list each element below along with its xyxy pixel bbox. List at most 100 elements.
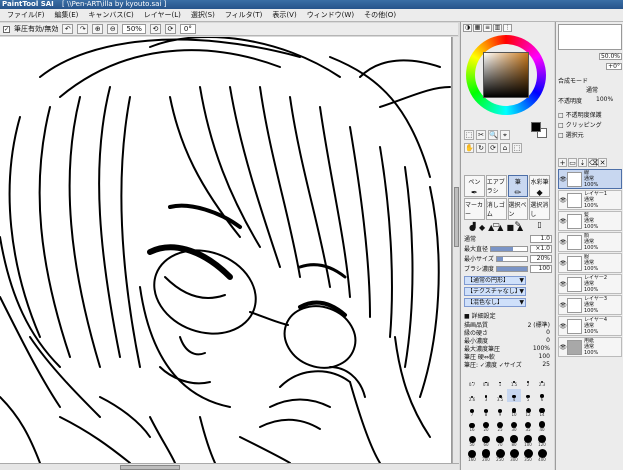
brush-size-preset[interactable]: 100 xyxy=(521,434,535,447)
vertical-scrollbar[interactable] xyxy=(452,37,459,463)
brush-shape-dropdown[interactable]: 【通常の円形】 ▼ xyxy=(464,276,526,285)
menu-other[interactable]: その他(O) xyxy=(359,9,401,21)
blend-mode-value[interactable]: 1.0 xyxy=(530,234,552,243)
brush-size-preset[interactable]: 7 xyxy=(465,404,479,417)
menu-view[interactable]: 表示(V) xyxy=(267,9,301,21)
brush-size-preset[interactable]: 0.7 xyxy=(465,374,479,387)
brush-size-preset[interactable]: 3.5 xyxy=(493,389,507,402)
layer-row[interactable]: 👁 レイヤー4 通常 100% xyxy=(558,316,622,336)
brush-size-preset[interactable]: 60 xyxy=(479,434,493,447)
shape-triangle-icon[interactable]: ▲ xyxy=(488,223,494,232)
menu-canvas[interactable]: キャンバス(C) xyxy=(83,9,138,21)
merge-layer-icon[interactable]: ⇣ xyxy=(578,158,587,167)
brush-size-preset[interactable]: 2.3 xyxy=(535,374,549,387)
brush-size-preset[interactable]: 8 xyxy=(479,404,493,417)
vertical-scroll-thumb[interactable] xyxy=(454,187,459,247)
home-icon[interactable]: ⌂ xyxy=(500,143,510,153)
new-layer-icon[interactable]: + xyxy=(558,158,567,167)
shape-triangle-icon[interactable]: ▲ xyxy=(497,223,503,232)
brush-size-preset[interactable]: 5 xyxy=(521,389,535,402)
max-size-row[interactable]: 最大直径 ×1.0 xyxy=(464,244,552,253)
opacity-value[interactable]: 100% xyxy=(596,96,613,103)
brush-size-preset[interactable]: 30 xyxy=(507,419,521,432)
visibility-eye-icon[interactable]: 👁 xyxy=(559,218,567,225)
brush-size-preset[interactable]: 300 xyxy=(507,449,521,462)
brush-size-preset[interactable]: 120 xyxy=(535,434,549,447)
blending-dropdown[interactable]: 【混色なし】 ▼ xyxy=(464,298,526,307)
clipping-option[interactable]: □ クリッピング xyxy=(558,120,602,129)
hand-icon[interactable]: ✋ xyxy=(464,143,474,153)
brush-size-preset[interactable]: 35 xyxy=(521,419,535,432)
layer-row[interactable]: 👁 レイヤー3 通常 100% xyxy=(558,295,622,315)
horizontal-scroll-thumb[interactable] xyxy=(120,465,180,470)
saturation-value-square[interactable] xyxy=(483,52,529,98)
rotate-icon[interactable]: ↻ xyxy=(476,143,486,153)
brush-size-preset[interactable]: 10 xyxy=(507,404,521,417)
brush-size-preset[interactable]: 16 xyxy=(465,419,479,432)
layer-row[interactable]: 👁 線通常 100% xyxy=(558,169,622,189)
navigator-preview[interactable] xyxy=(558,24,622,50)
brush-size-preset[interactable]: 2.6 xyxy=(465,389,479,402)
menu-select[interactable]: 選択(S) xyxy=(186,9,220,21)
menu-file[interactable]: ファイル(F) xyxy=(2,9,50,21)
brush-size-preset[interactable]: 6 xyxy=(535,389,549,402)
brush-size-preset[interactable]: 400 xyxy=(535,449,549,462)
lasso-icon[interactable]: ✂ xyxy=(476,130,486,140)
menu-filter[interactable]: フィルタ(T) xyxy=(220,9,268,21)
brush-size-preset[interactable]: 2 xyxy=(521,374,535,387)
visibility-eye-icon[interactable]: 👁 xyxy=(559,197,567,204)
visibility-eye-icon[interactable]: 👁 xyxy=(559,239,567,246)
brush-size-preset[interactable]: 70 xyxy=(493,434,507,447)
param-pressure-toggle[interactable]: 筆圧: ✓濃度 ✓サイズ 25 xyxy=(464,360,550,369)
brush-size-preset[interactable]: 1.5 xyxy=(507,374,521,387)
brush-size-preset[interactable]: 14 xyxy=(535,404,549,417)
layer-row[interactable]: 👁 顔通常 100% xyxy=(558,232,622,252)
zoom-field[interactable]: 50% xyxy=(122,24,146,34)
brush-size-preset[interactable]: 9 xyxy=(493,404,507,417)
brush-size-preset[interactable]: 40 xyxy=(535,419,549,432)
magnify-icon[interactable]: 🔍 xyxy=(488,130,498,140)
menu-edit[interactable]: 編集(E) xyxy=(50,9,84,21)
visibility-eye-icon[interactable]: 👁 xyxy=(559,302,567,309)
layer-row[interactable]: 👁 服通常 100% xyxy=(558,253,622,273)
layer-blend-mode-value[interactable]: 通常 xyxy=(586,85,598,94)
zoom-in-button[interactable]: ⊕ xyxy=(92,24,104,34)
layer-row[interactable]: 👁 用紙 通常 100% xyxy=(558,337,622,357)
navigator-angle[interactable]: +0° xyxy=(606,62,622,70)
visibility-eye-icon[interactable]: 👁 xyxy=(559,176,567,183)
brush-size-preset[interactable]: 160 xyxy=(465,449,479,462)
visibility-eye-icon[interactable]: 👁 xyxy=(559,344,567,351)
tool-marker[interactable]: マーカー ▮ xyxy=(464,198,485,229)
tool-watercolor[interactable]: 水彩筆 ◆ xyxy=(529,175,550,197)
pressure-checkbox[interactable]: ✓ xyxy=(3,25,10,33)
hsv-slider-tab[interactable]: ≡ xyxy=(483,24,492,32)
max-size-value[interactable]: ×1.0 xyxy=(530,244,552,253)
brush-size-preset[interactable]: 1 xyxy=(493,374,507,387)
select-rect-icon[interactable]: ⬚ xyxy=(464,130,474,140)
brush-size-preset[interactable]: 50 xyxy=(465,434,479,447)
delete-layer-icon[interactable]: ✕ xyxy=(598,158,607,167)
brush-size-preset[interactable]: 3 xyxy=(479,389,493,402)
layer-row[interactable]: 👁 髪通常 100% xyxy=(558,211,622,231)
visibility-eye-icon[interactable]: 👁 xyxy=(559,260,567,267)
brush-size-preset[interactable]: 25 xyxy=(493,419,507,432)
clear-layer-icon[interactable]: ⌫ xyxy=(588,158,599,167)
menu-layer[interactable]: レイヤー(L) xyxy=(139,9,186,21)
shape-triangle-icon[interactable]: ▲ xyxy=(517,223,523,232)
deselect-icon[interactable]: ⬚ xyxy=(512,143,522,153)
tool-airbrush[interactable]: エアブラシ◌ xyxy=(485,175,507,206)
density-slider[interactable] xyxy=(495,265,528,272)
brush-texture-dropdown[interactable]: 【テクスチャなし】 ▼ xyxy=(464,287,526,296)
density-value[interactable]: 100 xyxy=(530,264,552,273)
shape-diamond-icon[interactable]: ◆ xyxy=(479,223,485,232)
tool-eraser[interactable]: 消しゴム ▭ xyxy=(485,198,507,229)
horizontal-scrollbar[interactable] xyxy=(0,463,459,470)
rotate-left-button[interactable]: ⟲ xyxy=(149,24,161,34)
brush-size-preset[interactable]: 20 xyxy=(479,419,493,432)
foreground-color-swatch[interactable] xyxy=(531,122,541,132)
min-size-row[interactable]: 最小サイズ 20% xyxy=(464,254,552,263)
new-folder-icon[interactable]: ▭ xyxy=(568,158,577,167)
reset-icon[interactable]: ⟳ xyxy=(488,143,498,153)
drawing-canvas[interactable] xyxy=(0,37,452,463)
visibility-eye-icon[interactable]: 👁 xyxy=(559,281,567,288)
